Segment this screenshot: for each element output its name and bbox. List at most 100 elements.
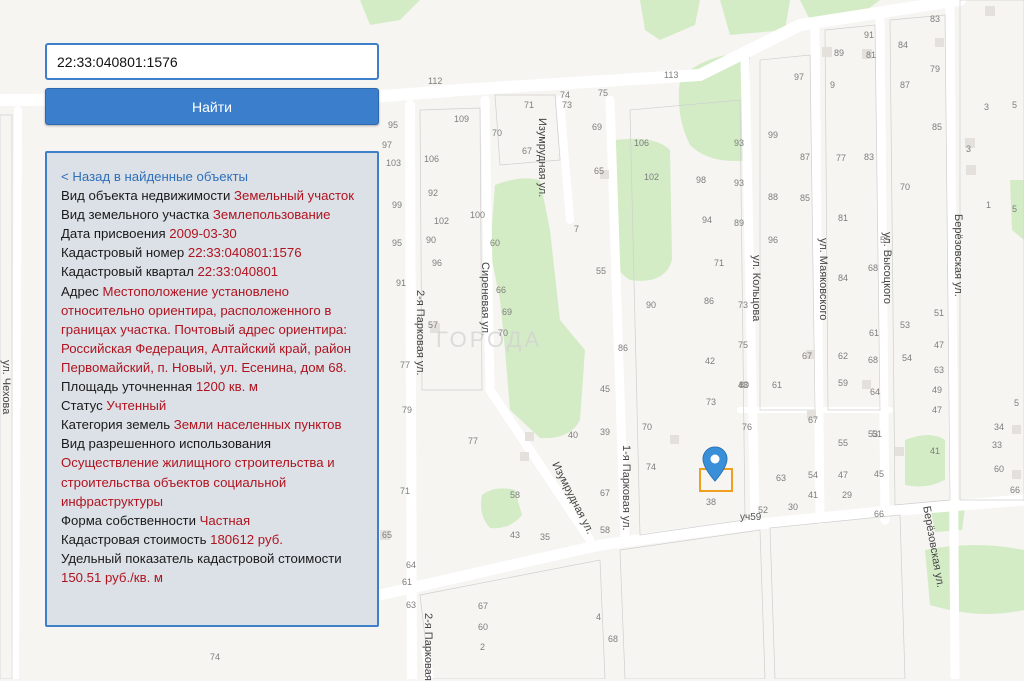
back-to-results-link[interactable]: < Назад в найденные объекты (61, 167, 363, 186)
house-number: 74 (210, 652, 221, 662)
house-number: 81 (838, 213, 849, 223)
house-number: 63 (776, 473, 787, 483)
find-button[interactable]: Найти (45, 88, 379, 125)
house-number: 60 (994, 464, 1005, 474)
house-number: 68 (868, 355, 879, 365)
house-number: 70 (492, 128, 503, 138)
house-number: 75 (738, 340, 749, 350)
house-number: 64 (870, 387, 881, 397)
house-number: 103 (386, 158, 402, 168)
field-value: 150.51 руб./кв. м (61, 569, 163, 585)
house-number: 67 (802, 351, 813, 361)
house-number: 5 (1014, 398, 1020, 408)
house-number: 89 (834, 48, 845, 58)
house-number: 67 (522, 146, 533, 156)
house-number: 41 (808, 490, 819, 500)
field-permitted-use: Вид разрешенного использования Осуществл… (61, 434, 363, 510)
house-number: 95 (388, 120, 399, 130)
house-number: 5 (1012, 100, 1018, 110)
house-number: 65 (594, 166, 605, 176)
field-value: Земельный участок (234, 188, 355, 204)
house-number: 76 (742, 422, 753, 432)
house-number: 61 (869, 328, 880, 338)
house-number: 93 (734, 178, 745, 188)
house-number: 5 (1012, 204, 1018, 214)
street-label: Изумрудная ул. (536, 118, 548, 198)
house-number: 106 (424, 154, 440, 164)
house-number: 45 (874, 469, 885, 479)
house-number: 77 (400, 360, 411, 370)
house-number: 83 (864, 152, 875, 162)
house-number: 55 (838, 438, 849, 448)
house-number: 106 (634, 138, 650, 148)
field-label: Дата присвоения (61, 226, 166, 242)
house-number: 61 (402, 577, 413, 587)
house-number: 90 (426, 235, 437, 245)
house-number: 47 (934, 340, 945, 350)
house-number: 2 (480, 642, 486, 652)
house-number: 58 (600, 525, 611, 535)
house-number: 99 (392, 200, 403, 210)
house-number: 71 (524, 100, 535, 110)
house-number: 54 (902, 353, 913, 363)
house-number: 77 (836, 153, 847, 163)
house-number: 35 (540, 532, 551, 542)
search-input[interactable]: 22:33:040801:1576 (45, 43, 379, 80)
field-unit-value: Удельный показатель кадастровой стоимост… (61, 549, 363, 587)
house-number: 102 (644, 172, 660, 182)
street-label: 2-я Парковая ул. (414, 290, 426, 376)
field-area: Площадь уточненная 1200 кв. м (61, 377, 363, 396)
field-cadastral-number: Кадастровый номер 22:33:040801:1576 (61, 243, 363, 262)
watermark: ГОРОДА (436, 327, 543, 352)
house-number: 81 (866, 50, 877, 60)
house-number: 40 (568, 430, 579, 440)
house-number: 54 (808, 470, 819, 480)
field-address: Адрес Местоположение установлено относит… (61, 282, 363, 377)
house-number: 100 (470, 210, 486, 220)
house-number: 64 (406, 560, 417, 570)
field-label: Вид земельного участка (61, 207, 210, 223)
field-label: Статус (61, 398, 103, 414)
house-number: 85 (800, 193, 811, 203)
house-number: 62 (838, 351, 849, 361)
field-cadastral-value: Кадастровая стоимость 180612 руб. (61, 530, 363, 549)
house-number: 90 (646, 300, 657, 310)
field-label: Кадастровый номер (61, 245, 185, 261)
field-value: Частная (199, 512, 251, 528)
house-number: 77 (468, 436, 479, 446)
field-cadastral-quarter: Кадастровый квартал 22:33:040801 (61, 262, 363, 281)
house-number: 80 (739, 380, 750, 390)
house-number: 58 (510, 490, 521, 500)
field-value: 180612 руб. (210, 531, 283, 547)
house-number: 96 (768, 235, 779, 245)
street-label: ул. Чехова (0, 360, 12, 415)
house-number: 30 (788, 502, 799, 512)
house-number: 79 (402, 405, 413, 415)
house-number: 66 (1010, 485, 1021, 495)
field-value: 1200 кв. м (195, 379, 258, 395)
house-number: 66 (496, 285, 507, 295)
house-number: 88 (768, 192, 779, 202)
house-number: 43 (510, 530, 521, 540)
field-ownership: Форма собственности Частная (61, 511, 363, 530)
house-number: 68 (608, 634, 619, 644)
field-value: 22:33:040801 (197, 264, 279, 280)
house-number: 69 (592, 122, 603, 132)
field-label: Кадастровый квартал (61, 264, 194, 280)
house-number: 61 (772, 380, 783, 390)
house-number: 63 (406, 600, 417, 610)
house-number: 91 (396, 278, 407, 288)
street-label: Берёзовская ул. (952, 214, 964, 297)
house-number: 87 (800, 152, 811, 162)
street-label: 2-я Парковая (422, 613, 434, 681)
field-value: Осуществление жилищного строительства и … (61, 455, 335, 509)
field-value: Землепользование (212, 207, 331, 223)
house-number: 7 (574, 224, 580, 234)
house-number: 98 (696, 175, 707, 185)
house-number: 97 (382, 140, 393, 150)
house-number: 55 (880, 235, 891, 245)
house-number: 71 (714, 258, 725, 268)
field-value: Учтенный (106, 398, 167, 414)
house-number: 73 (706, 397, 717, 407)
house-number: 113 (664, 70, 679, 80)
